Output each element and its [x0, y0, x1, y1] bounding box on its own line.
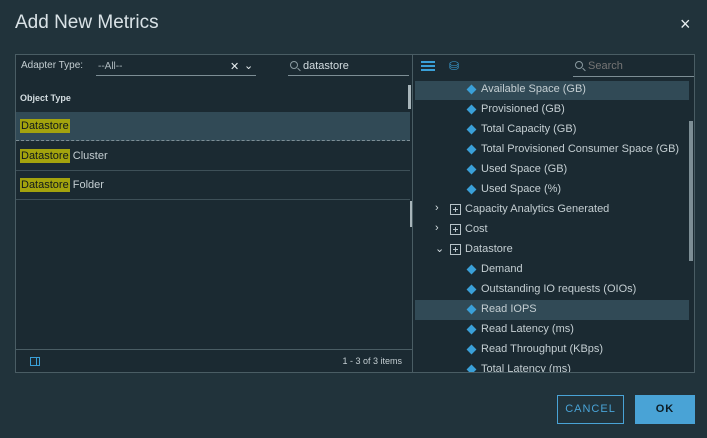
metric-group-label: Cost	[465, 223, 488, 235]
cancel-button[interactable]: CANCEL	[557, 395, 624, 424]
metric-search-box[interactable]	[573, 59, 694, 77]
search-icon	[290, 61, 298, 69]
metric-label: Used Space (%)	[481, 183, 562, 195]
metric-group[interactable]: › Capacity Analytics Generated	[415, 200, 689, 220]
chevron-down-icon[interactable]: ⌄	[244, 59, 253, 72]
object-search-box[interactable]	[288, 59, 409, 76]
metric-diamond-icon	[466, 264, 477, 275]
metric-item[interactable]: Used Space (GB)	[415, 160, 689, 180]
metric-item[interactable]: Outstanding IO requests (OIOs)	[415, 280, 689, 300]
metrics-panel: ⛁ Available Space (GB) Provisioned (GB) To…	[412, 54, 695, 373]
list-view-icon[interactable]	[421, 61, 435, 72]
metric-label: Used Space (GB)	[481, 163, 568, 175]
metric-item[interactable]: Total Capacity (GB)	[415, 120, 689, 140]
metric-group-icon	[450, 224, 461, 235]
columns-icon[interactable]	[30, 357, 40, 366]
metric-diamond-icon	[466, 84, 477, 95]
metric-label: Demand	[481, 263, 523, 275]
object-type-label: Datastore	[20, 119, 70, 133]
metric-item[interactable]: Read IOPS	[415, 300, 689, 320]
object-type-row[interactable]: Datastore Cluster	[16, 142, 410, 171]
column-header-label: Object Type	[20, 93, 71, 103]
adapter-type-value: --All--	[98, 61, 123, 72]
metric-label: Read Latency (ms)	[481, 323, 574, 335]
metrics-toolbar: ⛁	[413, 55, 694, 81]
object-type-suffix: Cluster	[69, 150, 108, 162]
metric-group[interactable]: ⌄ Datastore	[415, 240, 689, 260]
filter-bar: Adapter Type: --All-- ✕ ⌄	[16, 55, 412, 83]
metric-item[interactable]: Total Latency (ms)	[415, 360, 689, 373]
metric-label: Provisioned (GB)	[481, 103, 565, 115]
metric-item[interactable]: Read Throughput (KBps)	[415, 340, 689, 360]
metric-group-icon	[450, 204, 461, 215]
scrollbar[interactable]	[689, 121, 693, 261]
metric-item[interactable]: Used Space (%)	[415, 180, 689, 200]
list-footer: 1 - 3 of 3 items	[16, 349, 412, 372]
metric-diamond-icon	[466, 184, 477, 195]
metric-group-label: Datastore	[465, 243, 513, 255]
metric-diamond-icon	[466, 144, 477, 155]
object-type-label: Datastore Folder	[20, 178, 104, 192]
metric-label: Outstanding IO requests (OIOs)	[481, 283, 637, 295]
object-type-column-header[interactable]: Object Type	[16, 85, 409, 113]
metric-group-icon	[450, 244, 461, 255]
metric-label: Total Provisioned Consumer Space (GB)	[481, 143, 680, 155]
object-type-row[interactable]: Datastore	[16, 112, 410, 141]
metric-label: Available Space (GB)	[481, 83, 586, 95]
object-type-row[interactable]: Datastore Folder	[16, 171, 410, 200]
chevron-down-icon[interactable]: ⌄	[435, 242, 444, 255]
metric-label: Total Latency (ms)	[481, 363, 571, 373]
object-type-suffix: Folder	[69, 179, 104, 191]
metric-diamond-icon	[466, 124, 477, 135]
metric-diamond-icon	[466, 164, 477, 175]
metric-search-input[interactable]	[588, 60, 688, 72]
metric-diamond-icon	[466, 104, 477, 115]
search-match-highlight: Datastore	[20, 149, 70, 163]
tag-icon[interactable]: ⛁	[449, 60, 463, 73]
metric-item[interactable]: Provisioned (GB)	[415, 100, 689, 120]
object-type-panel: Adapter Type: --All-- ✕ ⌄ Object Type Da…	[15, 54, 413, 373]
metric-label: Read Throughput (KBps)	[481, 343, 604, 355]
dialog-title: Add New Metrics	[15, 12, 159, 33]
chevron-right-icon[interactable]: ›	[435, 222, 439, 234]
metric-diamond-icon	[466, 304, 477, 315]
metric-item[interactable]: Total Provisioned Consumer Space (GB)	[415, 140, 689, 160]
chevron-right-icon[interactable]: ›	[435, 202, 439, 214]
object-search-input[interactable]	[303, 60, 403, 72]
metric-diamond-icon	[466, 324, 477, 335]
adapter-type-label: Adapter Type:	[21, 60, 84, 71]
metric-item[interactable]: Demand	[415, 260, 689, 280]
metric-diamond-icon	[466, 344, 477, 355]
metric-label: Total Capacity (GB)	[481, 123, 577, 135]
metric-group-label: Capacity Analytics Generated	[465, 203, 610, 215]
metric-diamond-icon	[466, 364, 477, 372]
metric-item[interactable]: Read Latency (ms)	[415, 320, 689, 340]
metric-label: Read IOPS	[481, 303, 537, 315]
metric-group[interactable]: › Cost	[415, 220, 689, 240]
pagination-text: 1 - 3 of 3 items	[342, 356, 402, 366]
object-type-label: Datastore Cluster	[20, 149, 108, 163]
ok-button[interactable]: OK	[635, 395, 695, 424]
search-icon	[575, 61, 583, 69]
column-resize-handle[interactable]	[408, 85, 411, 109]
search-match-highlight: Datastore	[20, 119, 70, 133]
metric-tree: Available Space (GB) Provisioned (GB) Tota…	[413, 81, 694, 373]
search-match-highlight: Datastore	[20, 178, 70, 192]
metric-item[interactable]: Available Space (GB)	[415, 81, 689, 100]
close-icon[interactable]: ×	[680, 14, 691, 34]
clear-icon[interactable]: ✕	[230, 60, 239, 73]
adapter-type-select[interactable]: --All-- ✕ ⌄	[96, 59, 256, 76]
metric-diamond-icon	[466, 284, 477, 295]
